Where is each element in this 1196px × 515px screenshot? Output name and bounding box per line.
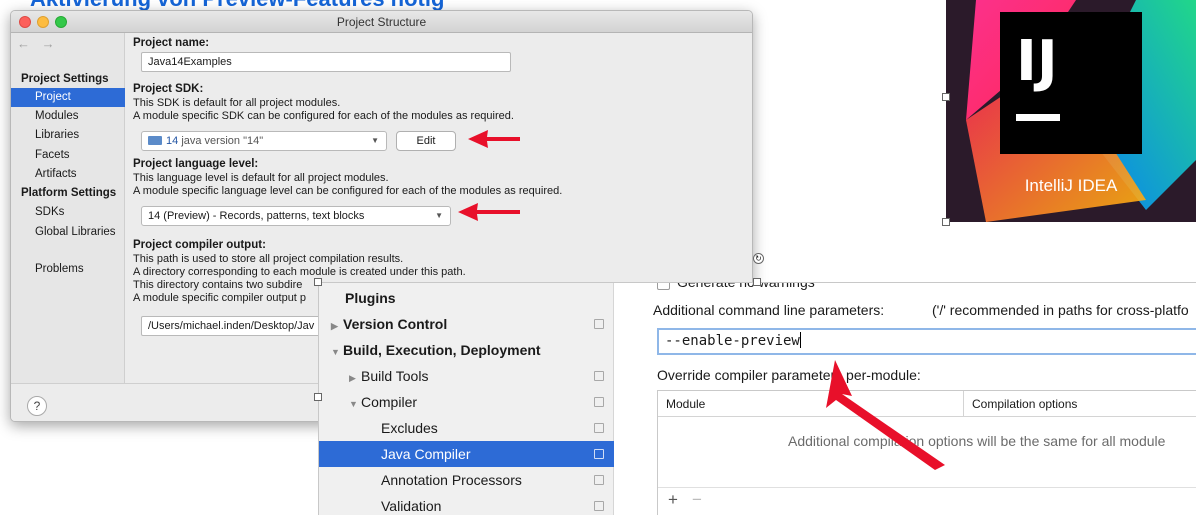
project-scope-icon: [594, 371, 604, 381]
collapse-arrow-icon[interactable]: ▼: [349, 391, 361, 417]
sdk-version-number: 14: [166, 135, 179, 147]
project-name-label: Project name:: [133, 37, 210, 49]
compiler-output-label: Project compiler output:: [133, 239, 266, 251]
project-scope-icon: [594, 397, 604, 407]
resize-handle[interactable]: [314, 393, 322, 401]
tree-item-label: Build, Execution, Deployment: [343, 342, 541, 358]
resize-handle[interactable]: [753, 278, 761, 286]
tree-item-label: Compiler: [361, 394, 418, 410]
cmd-params-label: Additional command line parameters:: [653, 302, 885, 318]
sdk-description-1: This SDK is default for all project modu…: [133, 97, 341, 109]
project-sdk-label: Project SDK:: [133, 83, 204, 95]
java-compiler-panel: Generate no warnings Additional command …: [614, 283, 1196, 515]
settings-window: Plugins ▶ Version Control ▼ Build, Executi…: [318, 282, 1196, 515]
resize-handle[interactable]: [314, 278, 322, 286]
sidebar-item-global-libraries[interactable]: Global Libraries: [11, 223, 125, 242]
cmd-params-hint: ('/' recommended in paths for cross-plat…: [932, 302, 1189, 318]
generate-warnings-checkbox[interactable]: [657, 283, 670, 290]
project-scope-icon: [594, 319, 604, 329]
expand-arrow-icon[interactable]: ▶: [349, 365, 361, 391]
logo-caption: IntelliJ IDEA: [1024, 176, 1118, 195]
tree-item-label: Version Control: [343, 316, 448, 332]
project-scope-icon: [594, 475, 604, 485]
edit-sdk-button[interactable]: Edit: [396, 131, 456, 151]
collapse-arrow-icon[interactable]: ▼: [331, 339, 343, 365]
tree-item-version-control[interactable]: ▶ Version Control: [319, 311, 614, 337]
slide-title: Aktivierung von Preview-Features nötig: [30, 0, 444, 10]
table-toolbar: + −: [658, 487, 1196, 515]
sidebar-header-project-settings: Project Settings: [21, 73, 109, 85]
project-name-input[interactable]: Java14Examples: [141, 52, 511, 72]
sidebar-item-libraries[interactable]: Libraries: [11, 126, 125, 145]
override-params-label: Override compiler parameters per-module:: [657, 367, 921, 383]
column-header-module[interactable]: Module: [666, 391, 705, 417]
chevron-down-icon: ▼: [435, 211, 443, 220]
tree-item-label: Java Compiler: [381, 446, 471, 462]
cmd-params-value: --enable-preview: [665, 333, 800, 349]
compiler-output-description-1: This path is used to store all project c…: [133, 253, 404, 265]
tree-item-compiler[interactable]: ▼ Compiler: [319, 389, 614, 415]
table-empty-text: Additional compilation options will be t…: [788, 433, 1166, 449]
tree-item-build-execution-deployment[interactable]: ▼ Build, Execution, Deployment: [319, 337, 614, 363]
project-scope-icon: [594, 449, 604, 459]
title-bar: Project Structure: [11, 11, 752, 33]
sidebar-item-sdks[interactable]: SDKs: [11, 203, 125, 222]
help-button[interactable]: ?: [27, 396, 47, 416]
sidebar-item-project[interactable]: Project: [11, 88, 125, 107]
project-sdk-select[interactable]: 14 java version "14" ▼: [141, 131, 387, 151]
add-icon[interactable]: +: [668, 490, 678, 510]
sidebar-header-platform-settings: Platform Settings: [21, 187, 117, 199]
folder-sdk-icon: [148, 136, 162, 145]
svg-text:IJ: IJ: [1016, 29, 1058, 94]
generate-warnings-label: Generate no warnings: [677, 282, 815, 290]
language-level-label: Project language level:: [133, 158, 259, 170]
tree-item-label: Validation: [381, 498, 442, 514]
chevron-down-icon: ▼: [371, 136, 379, 145]
tree-item-label: Excludes: [381, 420, 438, 436]
tree-item-validation[interactable]: Validation: [319, 493, 614, 515]
project-scope-icon: [594, 423, 604, 433]
tree-item-label: Build Tools: [361, 368, 429, 384]
tree-item-build-tools[interactable]: ▶ Build Tools: [319, 363, 614, 389]
sidebar-item-artifacts[interactable]: Artifacts: [11, 165, 125, 184]
compiler-output-path-input[interactable]: /Users/michael.inden/Desktop/Jav: [141, 316, 326, 336]
tree-item-annotation-processors[interactable]: Annotation Processors: [319, 467, 614, 493]
compiler-output-description-2: A directory corresponding to each module…: [133, 266, 466, 278]
compiler-output-description-3: This directory contains two subdire: [133, 279, 303, 291]
language-level-description-2: A module specific language level can be …: [133, 185, 563, 197]
compiler-output-description-4: A module specific compiler output p: [133, 292, 307, 304]
tree-item-label: Annotation Processors: [381, 472, 522, 488]
tree-item-java-compiler[interactable]: Java Compiler: [319, 441, 614, 467]
tree-item-label: Plugins: [345, 290, 396, 306]
cmd-params-input[interactable]: --enable-preview: [657, 328, 1196, 355]
resize-handle[interactable]: [942, 218, 950, 226]
tree-item-excludes[interactable]: Excludes: [319, 415, 614, 441]
expand-arrow-icon[interactable]: ▶: [331, 313, 343, 339]
module-options-table: Module Compilation options Additional co…: [657, 390, 1196, 515]
sidebar-item-modules[interactable]: Modules: [11, 107, 125, 126]
settings-sidebar: ← → Project Settings Project Modules Lib…: [11, 33, 125, 383]
sidebar-item-problems[interactable]: Problems: [11, 260, 125, 279]
sidebar-item-facets[interactable]: Facets: [11, 146, 125, 165]
intellij-logo-image: IJ IntelliJ IDEA: [946, 0, 1196, 222]
settings-tree: Plugins ▶ Version Control ▼ Build, Executi…: [319, 283, 614, 515]
back-forward-arrows-icon[interactable]: ← →: [17, 36, 59, 51]
sdk-value: java version "14": [181, 135, 264, 147]
table-header: Module Compilation options: [658, 391, 1196, 417]
rotate-handle-icon[interactable]: ↻: [753, 253, 764, 264]
tree-item-plugins[interactable]: Plugins: [319, 285, 614, 311]
language-level-value: 14 (Preview) - Records, patterns, text b…: [148, 210, 365, 222]
text-cursor: [799, 332, 801, 348]
window-title: Project Structure: [336, 15, 427, 29]
resize-handle[interactable]: [942, 93, 950, 101]
language-level-description-1: This language level is default for all p…: [133, 172, 389, 184]
language-level-select[interactable]: 14 (Preview) - Records, patterns, text b…: [141, 206, 451, 226]
project-scope-icon: [594, 501, 604, 511]
remove-icon[interactable]: −: [692, 490, 702, 510]
column-header-compilation-options[interactable]: Compilation options: [963, 391, 1077, 416]
sdk-description-2: A module specific SDK can be configured …: [133, 110, 514, 122]
